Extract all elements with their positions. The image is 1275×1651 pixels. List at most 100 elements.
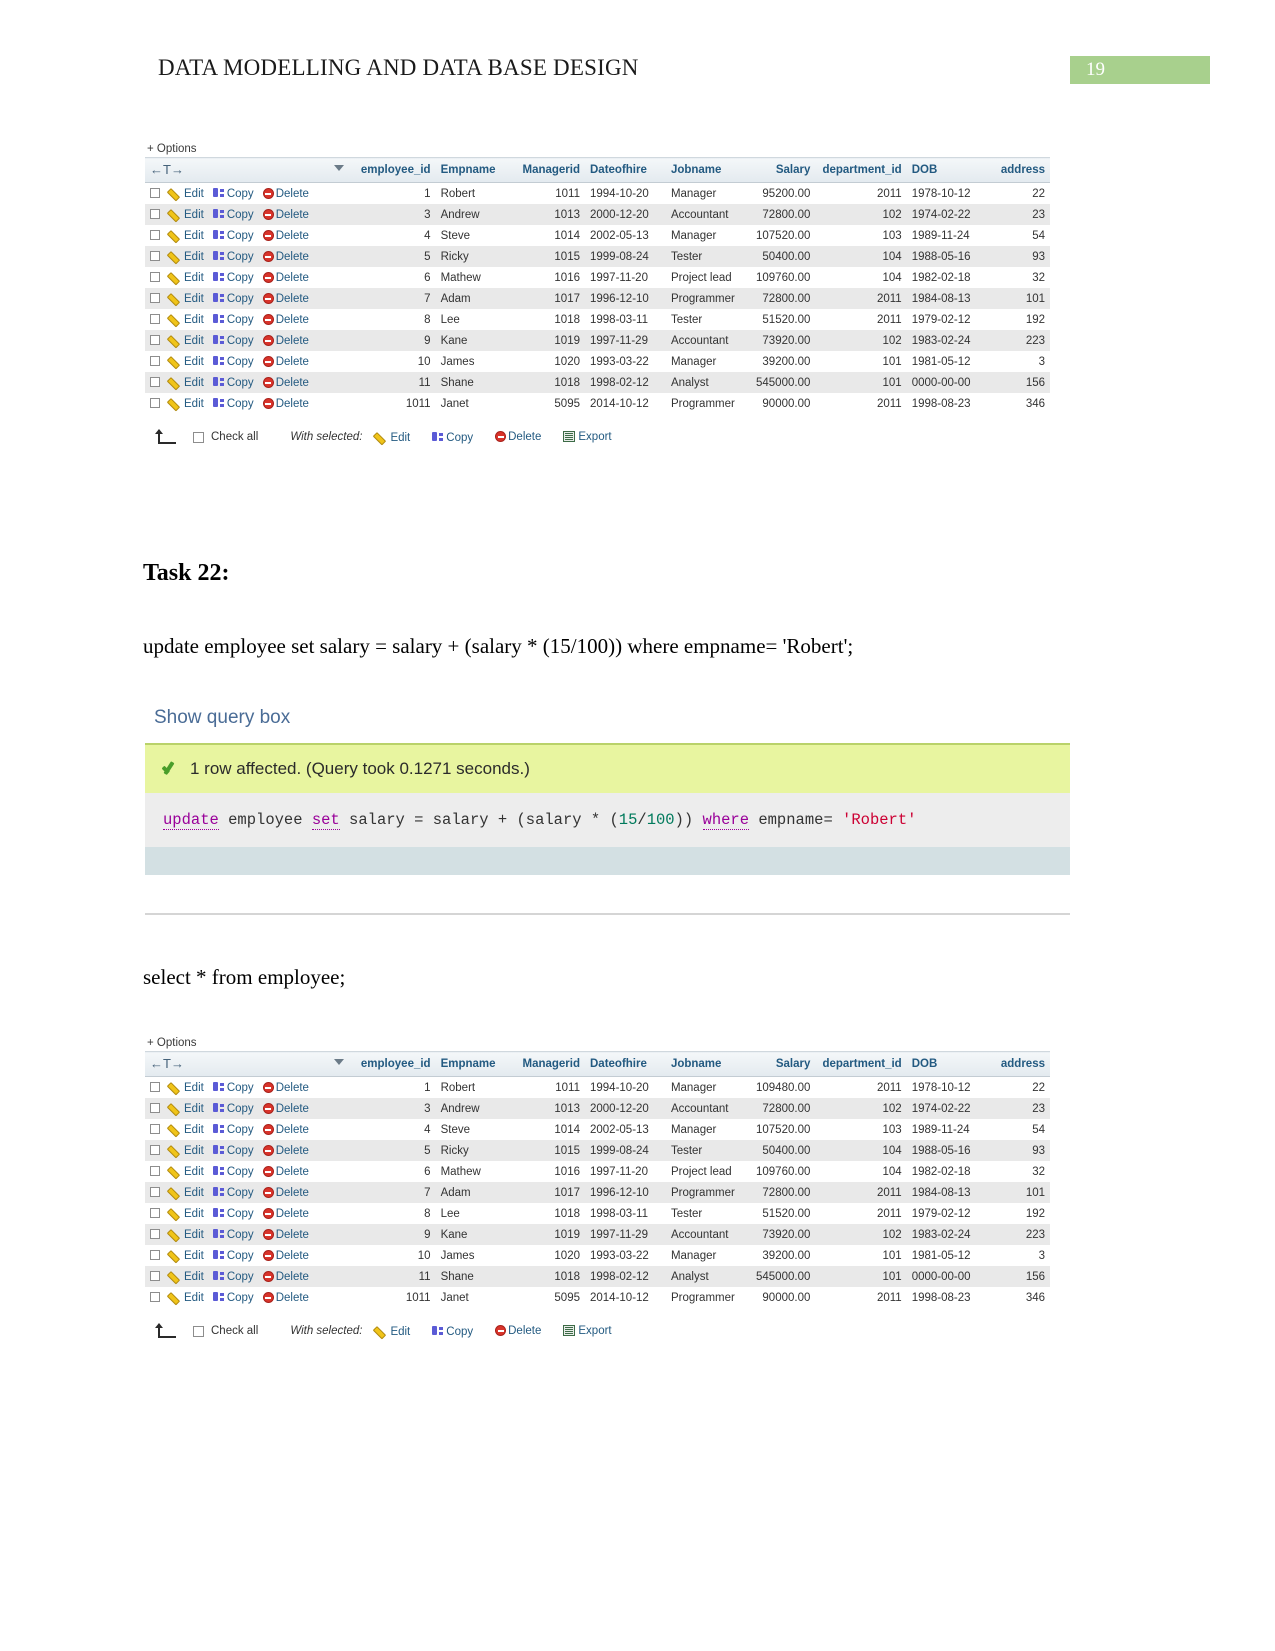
row-edit-button[interactable]: Edit bbox=[170, 313, 204, 326]
row-select-checkbox[interactable] bbox=[150, 1250, 160, 1260]
column-header-address[interactable]: address bbox=[987, 157, 1050, 183]
column-header-empname-after[interactable]: Empname bbox=[435, 1051, 517, 1077]
row-select-checkbox[interactable] bbox=[150, 335, 160, 345]
column-header-empname[interactable]: Empname bbox=[435, 157, 517, 183]
row-edit-button[interactable]: Edit bbox=[170, 208, 204, 221]
row-delete-button[interactable]: Delete bbox=[262, 356, 309, 368]
row-copy-button[interactable]: Copy bbox=[212, 1207, 254, 1220]
bulk-delete-button[interactable]: Delete bbox=[495, 431, 541, 443]
row-delete-button[interactable]: Delete bbox=[262, 1292, 309, 1304]
row-select-checkbox[interactable] bbox=[150, 1292, 160, 1302]
nav-arrows-label-after[interactable]: ←T→ bbox=[150, 1056, 184, 1071]
nav-arrows-label[interactable]: ←T→ bbox=[150, 162, 184, 177]
row-delete-button[interactable]: Delete bbox=[262, 335, 309, 347]
row-edit-button[interactable]: Edit bbox=[170, 397, 204, 410]
row-copy-button[interactable]: Copy bbox=[212, 292, 254, 305]
bulk-copy-button[interactable]: Copy bbox=[432, 431, 473, 444]
row-edit-button[interactable]: Edit bbox=[170, 1081, 204, 1094]
row-copy-button[interactable]: Copy bbox=[212, 1186, 254, 1199]
row-copy-button[interactable]: Copy bbox=[212, 271, 254, 284]
export-button-after[interactable]: Export bbox=[563, 1325, 612, 1337]
column-header-department-id-after[interactable]: department_id bbox=[815, 1051, 907, 1077]
row-copy-button[interactable]: Copy bbox=[212, 355, 254, 368]
column-header-address-after[interactable]: address bbox=[987, 1051, 1050, 1077]
row-delete-button[interactable]: Delete bbox=[262, 230, 309, 242]
row-edit-button[interactable]: Edit bbox=[170, 271, 204, 284]
row-edit-button[interactable]: Edit bbox=[170, 355, 204, 368]
row-select-checkbox[interactable] bbox=[150, 314, 160, 324]
row-copy-button[interactable]: Copy bbox=[212, 1123, 254, 1136]
row-edit-button[interactable]: Edit bbox=[170, 187, 204, 200]
row-delete-button[interactable]: Delete bbox=[262, 377, 309, 389]
row-copy-button[interactable]: Copy bbox=[212, 397, 254, 410]
row-select-checkbox[interactable] bbox=[150, 398, 160, 408]
row-copy-button[interactable]: Copy bbox=[212, 376, 254, 389]
column-header-jobname-after[interactable]: Jobname bbox=[665, 1051, 741, 1077]
row-edit-button[interactable]: Edit bbox=[170, 292, 204, 305]
bulk-edit-button-after[interactable]: Edit bbox=[376, 1325, 410, 1338]
row-delete-button[interactable]: Delete bbox=[262, 293, 309, 305]
row-edit-button[interactable]: Edit bbox=[170, 376, 204, 389]
row-select-checkbox[interactable] bbox=[150, 356, 160, 366]
row-select-checkbox[interactable] bbox=[150, 251, 160, 261]
row-delete-button[interactable]: Delete bbox=[262, 1166, 309, 1178]
row-select-checkbox[interactable] bbox=[150, 1229, 160, 1239]
row-edit-button[interactable]: Edit bbox=[170, 1186, 204, 1199]
row-copy-button[interactable]: Copy bbox=[212, 1165, 254, 1178]
row-select-checkbox[interactable] bbox=[150, 1145, 160, 1155]
column-header-department-id[interactable]: department_id bbox=[815, 157, 907, 183]
row-edit-button[interactable]: Edit bbox=[170, 1249, 204, 1262]
column-header-employee-id-after[interactable]: employee_id bbox=[350, 1051, 436, 1077]
options-toggle[interactable]: + Options bbox=[145, 143, 1055, 155]
row-select-checkbox[interactable] bbox=[150, 209, 160, 219]
check-all-checkbox[interactable] bbox=[193, 431, 204, 443]
bulk-copy-button-after[interactable]: Copy bbox=[432, 1325, 473, 1338]
chevron-down-icon-after[interactable] bbox=[334, 1059, 345, 1065]
row-select-checkbox[interactable] bbox=[150, 377, 160, 387]
row-delete-button[interactable]: Delete bbox=[262, 1124, 309, 1136]
column-header-managerid-after[interactable]: Managerid bbox=[516, 1051, 585, 1077]
arrow-up-icon-after[interactable] bbox=[155, 1323, 181, 1338]
bulk-delete-button-after[interactable]: Delete bbox=[495, 1325, 541, 1337]
row-edit-button[interactable]: Edit bbox=[170, 1207, 204, 1220]
row-edit-button[interactable]: Edit bbox=[170, 229, 204, 242]
row-delete-button[interactable]: Delete bbox=[262, 1082, 309, 1094]
row-edit-button[interactable]: Edit bbox=[170, 250, 204, 263]
row-select-checkbox[interactable] bbox=[150, 1166, 160, 1176]
row-copy-button[interactable]: Copy bbox=[212, 313, 254, 326]
column-header-salary-after[interactable]: Salary bbox=[740, 1051, 816, 1077]
column-header-managerid[interactable]: Managerid bbox=[516, 157, 585, 183]
options-toggle-after[interactable]: + Options bbox=[145, 1037, 1055, 1049]
arrow-up-icon[interactable] bbox=[155, 429, 181, 444]
row-copy-button[interactable]: Copy bbox=[212, 1144, 254, 1157]
row-delete-button[interactable]: Delete bbox=[262, 1229, 309, 1241]
check-all-checkbox-after[interactable] bbox=[193, 1325, 204, 1337]
column-header-actions[interactable]: ←T→ bbox=[145, 157, 351, 183]
row-edit-button[interactable]: Edit bbox=[170, 1228, 204, 1241]
row-delete-button[interactable]: Delete bbox=[262, 1250, 309, 1262]
column-header-dateofhire-after[interactable]: Dateofhire bbox=[585, 1051, 666, 1077]
row-select-checkbox[interactable] bbox=[150, 272, 160, 282]
column-header-jobname[interactable]: Jobname bbox=[665, 157, 741, 183]
row-copy-button[interactable]: Copy bbox=[212, 1081, 254, 1094]
row-delete-button[interactable]: Delete bbox=[262, 272, 309, 284]
column-header-dob[interactable]: DOB bbox=[906, 157, 988, 183]
column-header-employee-id[interactable]: employee_id bbox=[350, 157, 436, 183]
row-select-checkbox[interactable] bbox=[150, 1208, 160, 1218]
row-edit-button[interactable]: Edit bbox=[170, 1102, 204, 1115]
row-copy-button[interactable]: Copy bbox=[212, 187, 254, 200]
row-select-checkbox[interactable] bbox=[150, 1271, 160, 1281]
row-copy-button[interactable]: Copy bbox=[212, 250, 254, 263]
query-sql-echo[interactable]: update employee set salary = salary + (s… bbox=[145, 793, 1070, 847]
row-delete-button[interactable]: Delete bbox=[262, 209, 309, 221]
column-header-actions-after[interactable]: ←T→ bbox=[145, 1051, 351, 1077]
row-copy-button[interactable]: Copy bbox=[212, 1270, 254, 1283]
row-edit-button[interactable]: Edit bbox=[170, 1270, 204, 1283]
row-copy-button[interactable]: Copy bbox=[212, 1102, 254, 1115]
row-delete-button[interactable]: Delete bbox=[262, 251, 309, 263]
show-query-box-link[interactable]: Show query box bbox=[145, 707, 1070, 729]
row-delete-button[interactable]: Delete bbox=[262, 188, 309, 200]
row-select-checkbox[interactable] bbox=[150, 230, 160, 240]
bulk-edit-button[interactable]: Edit bbox=[376, 431, 410, 444]
row-delete-button[interactable]: Delete bbox=[262, 1103, 309, 1115]
